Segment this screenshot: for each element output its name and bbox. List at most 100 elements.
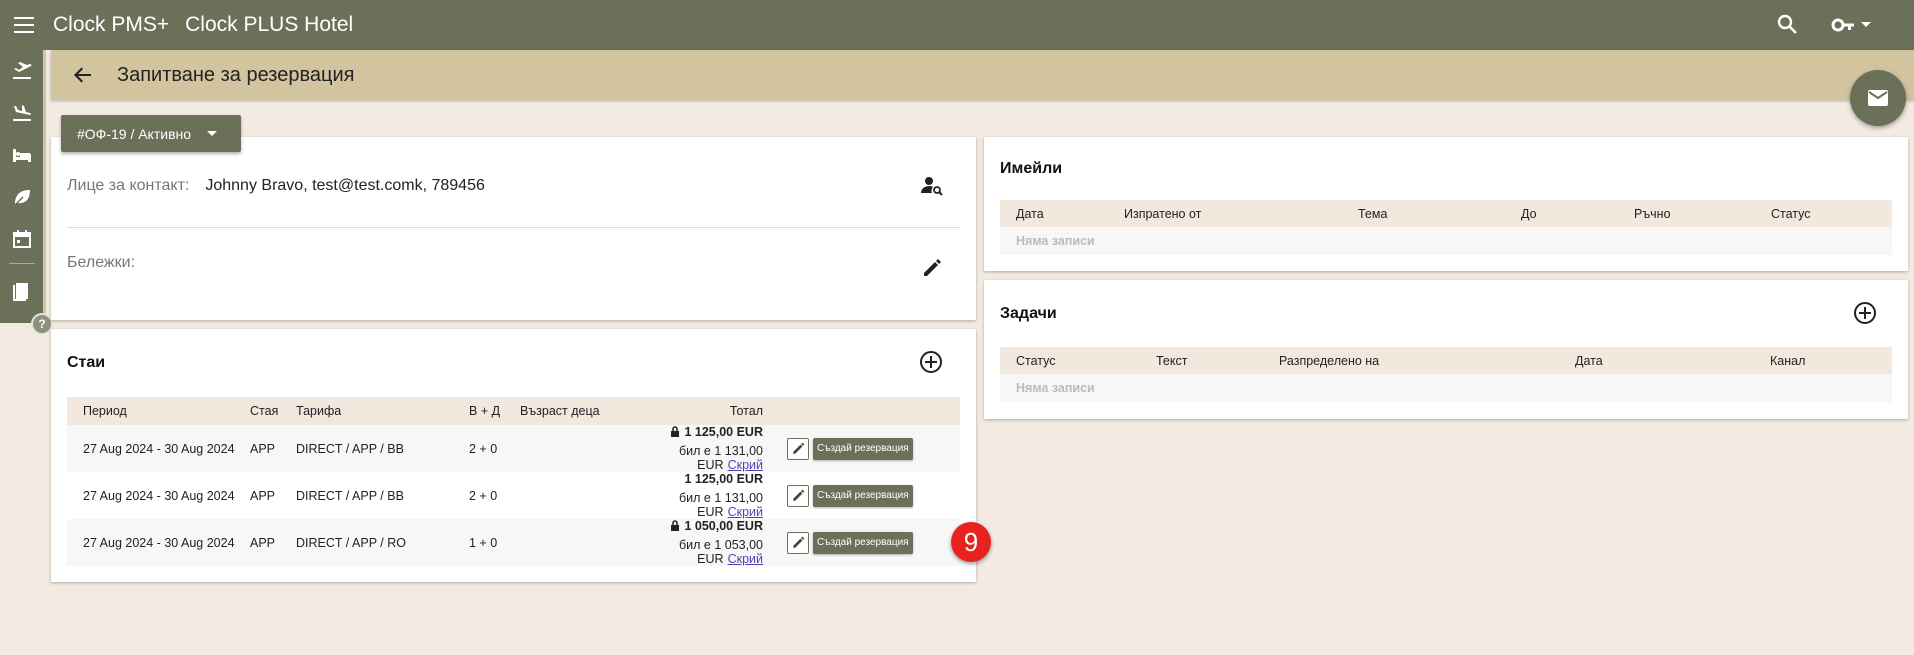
rooms-card: Стаи Период Стая Тарифа В + Д Възраст де… — [51, 329, 976, 582]
table-row: 27 Aug 2024 - 30 Aug 2024 APP DIRECT / A… — [67, 472, 960, 519]
empty-message: Няма записи — [1000, 227, 1892, 255]
divider — [67, 227, 960, 228]
contact-value: Johnny Bravo, test@test.comk, 789456 — [205, 177, 485, 194]
edit-room-button[interactable] — [787, 484, 809, 507]
contact-card: Лице за контакт: Johnny Bravo, test@test… — [51, 137, 976, 320]
total-value: 1 125,00 EUR — [684, 472, 763, 486]
col-child-ages: Възраст деца — [520, 397, 620, 425]
cell-period: 27 Aug 2024 - 30 Aug 2024 — [83, 488, 235, 503]
cell-period: 27 Aug 2024 - 30 Aug 2024 — [67, 425, 250, 472]
book-icon[interactable] — [0, 270, 43, 312]
total-value: 1 050,00 EUR — [684, 519, 763, 533]
col-to: До — [1521, 200, 1634, 227]
cell-rate: DIRECT / APP / RO — [296, 519, 469, 566]
col-status: Статус — [1000, 347, 1156, 374]
contact-row: Лице за контакт: Johnny Bravo, test@test… — [67, 177, 485, 195]
pencil-icon — [792, 489, 804, 501]
col-room: Стая — [250, 397, 296, 425]
chevron-down-icon — [1861, 22, 1871, 27]
rooms-title: Стаи — [67, 354, 106, 371]
col-date: Дата — [1000, 200, 1124, 227]
leaf-icon[interactable] — [0, 176, 43, 218]
hide-link[interactable]: Скрий — [728, 505, 763, 519]
total-value: 1 125,00 EUR — [684, 425, 763, 439]
table-row: 27 Aug 2024 - 30 Aug 2024 APP DIRECT / A… — [67, 425, 960, 472]
emails-table: Дата Изпратено от Тема До Ръчно Статус Н… — [1000, 200, 1892, 255]
emails-card: Имейли Дата Изпратено от Тема До Ръчно С… — [984, 137, 1908, 271]
col-text: Текст — [1156, 347, 1279, 374]
cell-rate: DIRECT / APP / BB — [296, 425, 469, 472]
cell-child-ages — [520, 472, 620, 519]
hide-link[interactable]: Скрий — [728, 552, 763, 566]
help-button[interactable]: ? — [31, 313, 53, 335]
col-manual: Ръчно — [1634, 200, 1771, 227]
cell-rate: DIRECT / APP / BB — [296, 488, 404, 503]
contact-label: Лице за контакт: — [67, 177, 190, 194]
edit-room-button[interactable] — [787, 531, 809, 554]
emails-title: Имейли — [1000, 160, 1063, 177]
mail-fab-button[interactable] — [1850, 70, 1906, 126]
tasks-card: Задачи Статус Текст Разпределено на Дата… — [984, 280, 1908, 419]
menu-icon[interactable] — [0, 0, 50, 50]
status-dropdown-button[interactable]: #ОФ-19 / Активно — [61, 115, 241, 152]
back-arrow-icon[interactable] — [51, 50, 115, 100]
tasks-title: Задачи — [1000, 305, 1057, 322]
page-header: Запитване за резервация — [51, 50, 1914, 100]
notes-label: Бележки: — [67, 254, 136, 271]
col-channel: Канал — [1770, 347, 1892, 374]
empty-message: Няма записи — [1000, 374, 1892, 402]
table-row: 27 Aug 2024 - 30 Aug 2024 APP DIRECT / A… — [67, 519, 960, 566]
app-name: Clock PMS+ — [53, 13, 170, 36]
col-date: Дата — [1575, 347, 1770, 374]
col-rate: Тарифа — [296, 397, 469, 425]
cell-guests: 2 + 0 — [469, 425, 520, 472]
sidebar-divider — [8, 263, 35, 264]
create-reservation-button[interactable]: Създай резервация — [813, 437, 913, 460]
create-reservation-button[interactable]: Създай резервация — [813, 531, 913, 554]
col-assigned-to: Разпределено на — [1279, 347, 1575, 374]
col-sent-from: Изпратено от — [1124, 200, 1358, 227]
col-period: Период — [67, 397, 250, 425]
edit-notes-icon[interactable] — [918, 254, 946, 282]
cell-guests: 1 + 0 — [469, 519, 520, 566]
cell-total: 1 125,00 EUR бил е 1 131,00 EUR Скрий — [620, 472, 763, 519]
cell-total: 1 125,00 EUR бил е 1 131,00 EUR Скрий — [620, 425, 763, 472]
col-status: Статус — [1771, 200, 1892, 227]
cell-child-ages — [520, 425, 620, 472]
search-icon[interactable] — [1775, 12, 1801, 38]
arrivals-icon[interactable] — [0, 92, 43, 134]
cell-actions: Създай резервация — [763, 472, 960, 519]
step-badge: 9 — [951, 522, 991, 562]
pencil-icon — [792, 536, 804, 548]
lock-icon — [671, 520, 680, 531]
col-guests: В + Д — [469, 397, 520, 425]
cell-actions: Създай резервация — [763, 519, 960, 566]
edit-room-button[interactable] — [787, 437, 809, 460]
hide-link[interactable]: Скрий — [728, 458, 763, 472]
calendar-icon[interactable] — [0, 218, 43, 260]
table-header-row: Дата Изпратено от Тема До Ръчно Статус — [1000, 200, 1892, 227]
tasks-table: Статус Текст Разпределено на Дата Канал … — [1000, 347, 1892, 402]
rooms-table: Период Стая Тарифа В + Д Възраст деца То… — [67, 397, 960, 566]
top-bar: Clock PMS+ Clock PLUS Hotel — [0, 0, 1914, 50]
mail-icon — [1868, 90, 1888, 106]
create-reservation-button[interactable]: Създай резервация — [813, 484, 913, 507]
col-subject: Тема — [1358, 200, 1521, 227]
empty-row: Няма записи — [1000, 227, 1892, 255]
lock-icon — [671, 426, 680, 437]
table-header-row: Период Стая Тарифа В + Д Възраст деца То… — [67, 397, 960, 425]
cell-total: 1 050,00 EUR бил е 1 053,00 EUR Скрий — [620, 519, 763, 566]
key-icon — [1831, 18, 1854, 32]
cell-room: APP — [250, 488, 276, 503]
rooms-bed-icon[interactable] — [0, 134, 43, 176]
cell-room: APP — [250, 519, 296, 566]
departures-icon[interactable] — [0, 50, 43, 92]
sidebar — [0, 50, 46, 323]
cell-actions: Създай резервация — [763, 425, 960, 472]
account-key-menu[interactable] — [1830, 12, 1880, 38]
contact-search-icon[interactable] — [918, 172, 946, 200]
add-room-icon[interactable] — [917, 348, 945, 376]
empty-row: Няма записи — [1000, 374, 1892, 402]
add-task-icon[interactable] — [1851, 299, 1879, 327]
col-actions — [763, 397, 960, 425]
